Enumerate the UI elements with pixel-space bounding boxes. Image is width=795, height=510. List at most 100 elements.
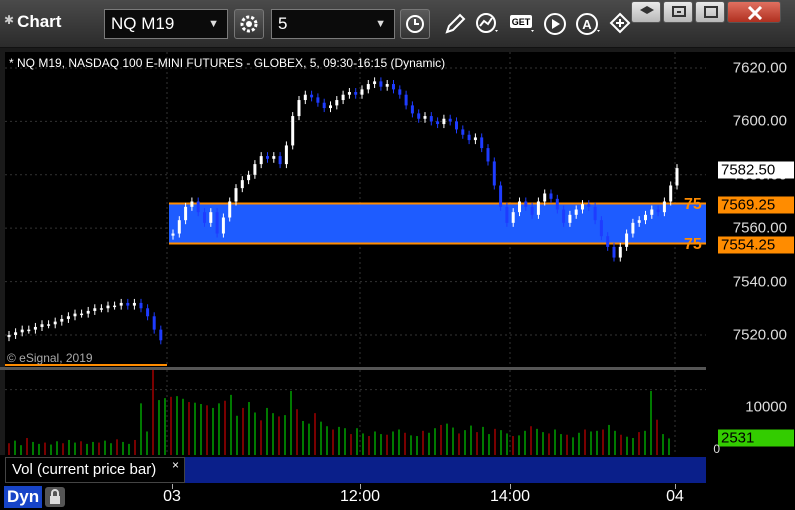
candle-body: [266, 156, 269, 159]
help-icon[interactable]: [631, 1, 661, 23]
volume-legend-strip: [185, 457, 706, 483]
candle-body: [625, 233, 629, 247]
clock-icon[interactable]: [400, 9, 430, 39]
candle-body: [278, 156, 282, 165]
candle-body: [354, 92, 358, 95]
candle-body: [7, 334, 11, 338]
price-tick-label: 7520.00: [732, 326, 787, 344]
candle-body: [505, 206, 509, 223]
candle-body: [152, 316, 156, 330]
candle-body: [20, 329, 24, 333]
candle-body: [536, 201, 540, 215]
time-tick-label: 04: [666, 488, 684, 505]
candle-body: [587, 204, 591, 207]
interval-value: 5: [278, 14, 288, 33]
settings-gear-icon[interactable]: [234, 9, 264, 39]
candle-body: [310, 94, 314, 98]
candle-body: [644, 214, 647, 221]
candle-body: [341, 94, 345, 101]
cursor-icon[interactable]: [604, 9, 634, 39]
candle-body: [215, 212, 219, 234]
candle-body: [146, 308, 150, 317]
candle-body: [171, 233, 175, 236]
price-chart: [5, 52, 706, 367]
get-icon[interactable]: GET: [506, 9, 536, 39]
candle-body: [234, 188, 238, 202]
candle-body: [662, 201, 666, 213]
candle-body: [398, 89, 402, 95]
volume-chart: [5, 370, 706, 455]
candle-body: [60, 318, 64, 322]
time-tick-label: 14:00: [489, 488, 531, 505]
time-tick-label: 03: [163, 488, 181, 505]
candle-body: [27, 329, 31, 332]
candle-body: [455, 121, 458, 130]
candle-body: [291, 116, 295, 146]
candle-body: [480, 137, 484, 149]
chevron-down-icon: ▼: [208, 18, 219, 30]
candle-body: [132, 302, 136, 306]
star-icon: ✱: [4, 13, 15, 27]
candle-body: [335, 100, 339, 106]
candle-body: [461, 129, 465, 135]
candle-body: [86, 310, 90, 314]
candle-body: [284, 145, 288, 165]
candle-body: [53, 321, 57, 325]
candle-body: [549, 193, 553, 199]
volume-legend[interactable]: Vol (current price bar): [5, 457, 185, 483]
candle-body: [606, 236, 610, 247]
candle-body: [392, 84, 395, 90]
candle-body: [436, 121, 440, 125]
candle-body: [568, 214, 572, 223]
candle-body: [631, 222, 635, 234]
candle-body: [73, 313, 77, 317]
candle-body: [530, 206, 534, 215]
candle-body: [106, 305, 110, 309]
close-icon[interactable]: [727, 1, 781, 23]
candle-body: [177, 220, 181, 234]
level-lower-tag: 7554.25: [718, 236, 794, 254]
time-tick-label: 12:00: [339, 488, 381, 505]
play-icon[interactable]: [540, 9, 570, 39]
volume-tag: 2531: [718, 429, 794, 447]
candle-body: [126, 302, 130, 306]
candle-body: [33, 326, 37, 330]
chevron-down-icon: ▼: [375, 18, 386, 30]
chart-info-label: * NQ M19, NASDAQ 100 E-MINI FUTURES - GL…: [9, 56, 446, 70]
candle-body: [581, 204, 584, 210]
volume-pane[interactable]: [5, 370, 706, 455]
candle-body: [66, 316, 70, 319]
lock-icon[interactable]: [45, 487, 65, 507]
candle-body: [14, 332, 18, 335]
candle-body: [360, 89, 364, 95]
pencil-icon[interactable]: [440, 9, 470, 39]
candle-body: [518, 201, 521, 213]
price-axis[interactable]: 7620.007600.007580.007560.007540.007520.…: [706, 52, 795, 456]
candle-body: [159, 329, 163, 341]
candle-body: [259, 156, 263, 165]
copyright-text: © eSignal, 2019: [7, 351, 93, 365]
candle-body: [429, 116, 433, 122]
candle-body: [47, 324, 51, 326]
interval-combo[interactable]: 5 ▼: [271, 9, 395, 39]
price-tick-label: 7620.00: [732, 59, 787, 77]
candle-body: [404, 94, 408, 106]
candle-body: [492, 161, 496, 186]
restore-icon[interactable]: [663, 1, 693, 23]
candle-body: [322, 102, 326, 109]
candle-body: [366, 84, 370, 90]
candle-body: [499, 185, 503, 207]
candle-body: [190, 201, 194, 207]
level-upper-label: 75: [684, 196, 702, 213]
candle-body: [486, 148, 490, 162]
price-pane[interactable]: * NQ M19, NASDAQ 100 E-MINI FUTURES - GL…: [5, 52, 706, 367]
maximize-icon[interactable]: [695, 1, 725, 23]
dynamic-button[interactable]: Dyn: [4, 486, 43, 508]
close-icon[interactable]: ×: [172, 458, 179, 472]
candle-body: [599, 220, 603, 237]
alert-icon[interactable]: A: [572, 9, 602, 39]
chart-toolbar: ✱ Chart NQ M19 ▼ 5 ▼ GET A: [0, 0, 795, 48]
level-lower-label: 75: [684, 236, 702, 253]
study-icon[interactable]: [472, 9, 502, 39]
symbol-combo[interactable]: NQ M19 ▼: [104, 9, 228, 39]
